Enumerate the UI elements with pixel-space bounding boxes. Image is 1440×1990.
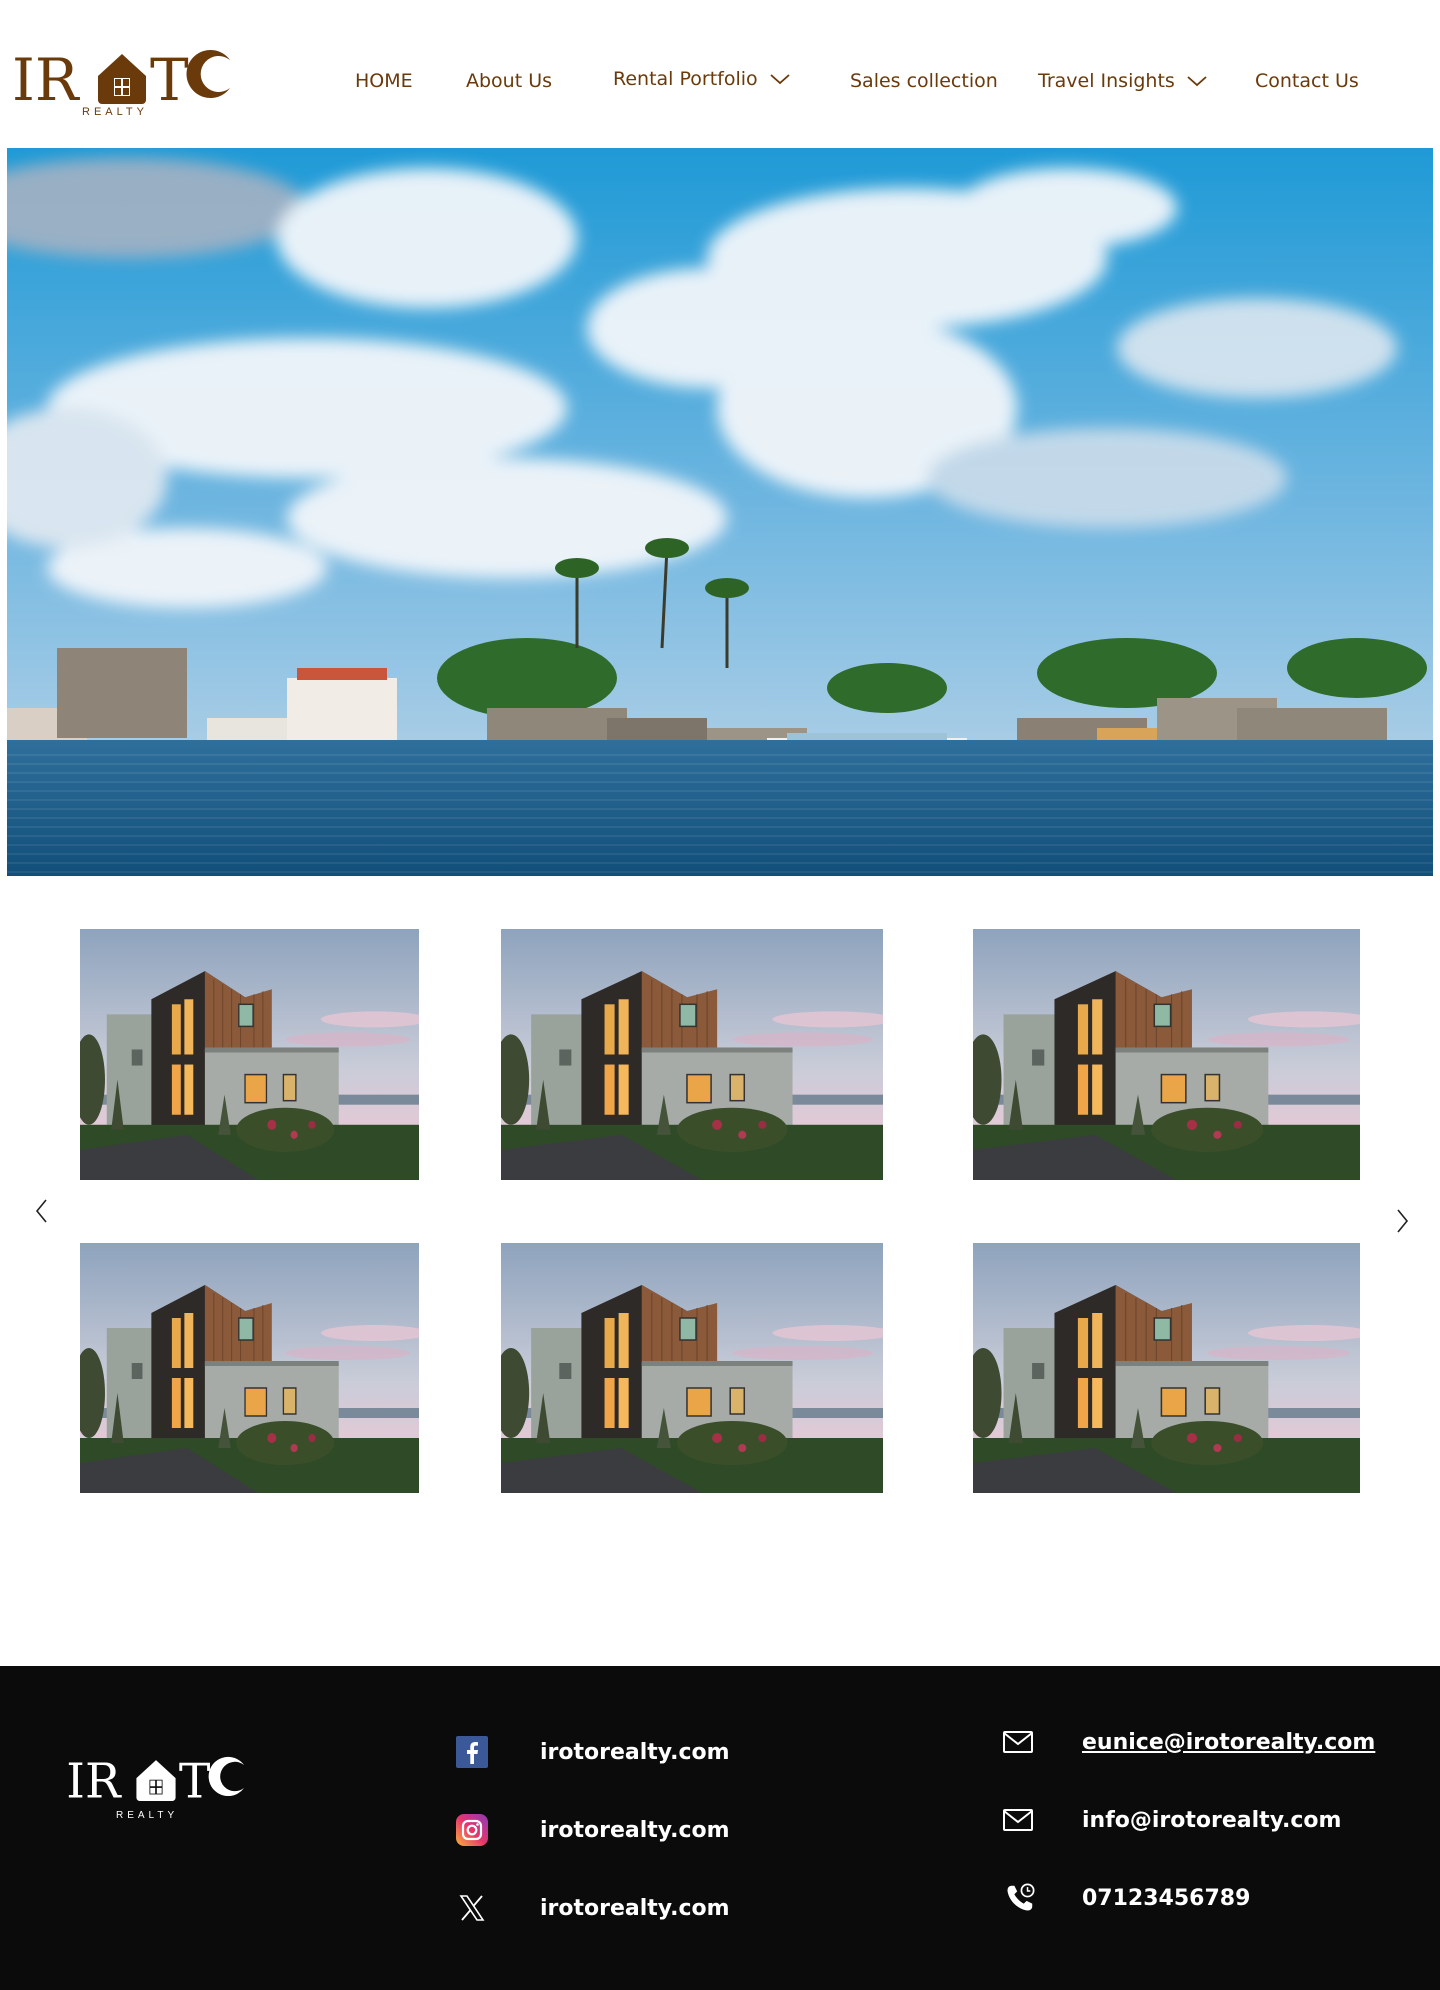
modern-house-photo	[501, 1243, 883, 1493]
mail-icon	[1002, 1726, 1034, 1758]
footer-tagline: REALTY	[116, 1810, 179, 1821]
x-icon	[456, 1892, 488, 1924]
svg-text:IR: IR	[12, 46, 81, 114]
modern-house-photo	[973, 1243, 1360, 1493]
chevron-left-icon	[35, 1199, 47, 1223]
brand-logo[interactable]: IR T REALTY	[12, 44, 232, 120]
footer-logo[interactable]: IR T REALTY	[56, 1752, 256, 1832]
nav-rental-label: Rental Portfolio	[613, 68, 758, 90]
x-link[interactable]: irotorealty.com	[540, 1896, 730, 1921]
property-card[interactable]	[501, 1243, 883, 1493]
footer-instagram[interactable]: irotorealty.com	[456, 1814, 730, 1846]
nav-sales-collection[interactable]: Sales collection	[850, 70, 998, 92]
facebook-link[interactable]: irotorealty.com	[540, 1740, 730, 1765]
brand-tagline: REALTY	[82, 106, 148, 118]
svg-text:T: T	[179, 1755, 211, 1810]
phone-icon	[1004, 1882, 1036, 1914]
email-eunice-link[interactable]: eunice@irotorealty.com	[1082, 1730, 1375, 1755]
modern-house-photo	[80, 929, 419, 1180]
nav-rental-portfolio[interactable]: Rental Portfolio	[613, 68, 790, 90]
property-card[interactable]	[80, 1243, 419, 1493]
nav-about-us[interactable]: About Us	[466, 70, 552, 92]
footer-email-eunice[interactable]: eunice@irotorealty.com	[1002, 1726, 1375, 1758]
phone-number[interactable]: 07123456789	[1082, 1886, 1250, 1911]
nav-home-label: HOME	[355, 70, 413, 92]
property-gallery	[0, 876, 1440, 1566]
site-footer: IR T REALTY irotorealty.com irotorealty.…	[0, 1666, 1440, 1990]
chevron-down-icon	[770, 74, 790, 85]
nav-travel-insights[interactable]: Travel Insights	[1038, 70, 1207, 92]
hero-image	[7, 148, 1433, 876]
modern-house-photo	[80, 1243, 419, 1493]
site-header: IR T REALTY HOME About Us Rental Portfol…	[0, 0, 1440, 148]
nav-sales-label: Sales collection	[850, 70, 998, 92]
instagram-icon	[456, 1814, 488, 1846]
email-info-link[interactable]: info@irotorealty.com	[1082, 1808, 1341, 1833]
modern-house-photo	[501, 929, 883, 1180]
gallery-prev[interactable]	[30, 1196, 54, 1226]
svg-text:T: T	[150, 46, 189, 114]
gallery-next[interactable]	[1390, 1206, 1414, 1236]
footer-email-info[interactable]: info@irotorealty.com	[1002, 1804, 1341, 1836]
nav-home[interactable]: HOME	[355, 70, 413, 92]
footer-x[interactable]: irotorealty.com	[456, 1892, 730, 1924]
chevron-down-icon	[1187, 76, 1207, 87]
chevron-right-icon	[1397, 1209, 1409, 1233]
footer-phone[interactable]: 07123456789	[1004, 1882, 1250, 1914]
property-card[interactable]	[973, 929, 1360, 1180]
logo-mark: IR T	[66, 1755, 245, 1810]
footer-facebook[interactable]: irotorealty.com	[456, 1736, 730, 1768]
svg-text:IR: IR	[66, 1755, 122, 1810]
nav-travel-label: Travel Insights	[1038, 70, 1175, 92]
facebook-icon	[456, 1736, 488, 1768]
property-card[interactable]	[501, 929, 883, 1180]
property-card[interactable]	[973, 1243, 1360, 1493]
property-card[interactable]	[80, 929, 419, 1180]
modern-house-photo	[973, 929, 1360, 1180]
sea-ripples	[7, 754, 1433, 876]
nav-contact-label: Contact Us	[1255, 70, 1359, 92]
nav-contact-us[interactable]: Contact Us	[1255, 70, 1359, 92]
mail-icon	[1002, 1804, 1034, 1836]
instagram-link[interactable]: irotorealty.com	[540, 1818, 730, 1843]
nav-about-label: About Us	[466, 70, 553, 92]
